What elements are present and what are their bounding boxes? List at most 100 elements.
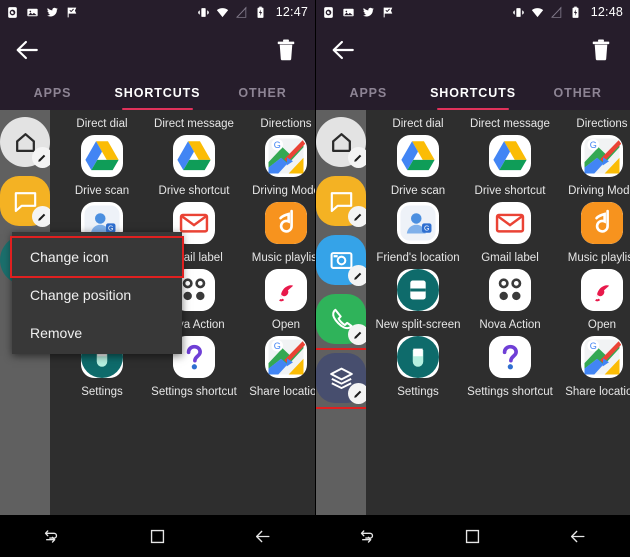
grid-item[interactable]: Drive shortcut xyxy=(464,131,556,198)
svg-text:G: G xyxy=(274,341,281,351)
menu-item-change-icon[interactable]: Change icon xyxy=(10,236,184,278)
tab-shortcuts[interactable]: SHORTCUTS xyxy=(421,75,526,110)
grid-item-label: Direct dial xyxy=(392,118,444,130)
grid-item-label: Drive scan xyxy=(74,185,130,197)
wifi-icon xyxy=(531,6,544,19)
back-arrow-icon[interactable] xyxy=(568,527,587,546)
open-pointer-icon xyxy=(265,269,307,311)
grid-item[interactable]: Open xyxy=(240,265,315,332)
home-square-icon[interactable] xyxy=(148,527,167,546)
google-drive-icon xyxy=(489,135,531,177)
status-system-icons: 12:47 xyxy=(197,5,308,19)
svg-text:G: G xyxy=(590,341,597,351)
grid-item-label: Settings xyxy=(81,386,123,398)
grid-item[interactable]: Open xyxy=(556,265,630,332)
phone-screen-left: 12:47 APPS SHORTCUTS OTHER Direct dial Direct… xyxy=(0,0,315,557)
dock-item-home-shortcut[interactable] xyxy=(0,117,53,168)
app-bar xyxy=(0,24,315,75)
context-menu: Change icon Change position Remove xyxy=(10,232,184,354)
grid-item-label: New split-screen xyxy=(375,319,461,331)
tab-apps[interactable]: APPS xyxy=(316,75,421,110)
status-system-icons: 12:48 xyxy=(512,5,623,19)
grid-item[interactable]: G Share location xyxy=(556,332,630,399)
grid-item-label: Direct message xyxy=(470,118,550,130)
grid-item[interactable]: Music playlist xyxy=(556,198,630,265)
grid-item[interactable]: Direct dial xyxy=(372,110,464,131)
menu-item-change-position[interactable]: Change position xyxy=(12,276,182,314)
grid-item[interactable]: Nova Action xyxy=(464,265,556,332)
signal-off-icon xyxy=(550,5,563,19)
recents-icon[interactable] xyxy=(359,527,378,546)
grid-item-label: Directions xyxy=(260,118,312,130)
tab-apps[interactable]: APPS xyxy=(0,75,105,110)
svg-text:G: G xyxy=(590,140,597,150)
shortcut-grid: Direct dial Direct message Directions Drive… xyxy=(366,110,630,515)
dock-item-camera-shortcut[interactable] xyxy=(316,235,369,286)
grid-item[interactable]: Music playlist xyxy=(240,198,315,265)
trash-icon[interactable] xyxy=(273,37,299,63)
grid-item[interactable]: G Driving Mode xyxy=(556,131,630,198)
content-body: Direct dial Direct message Directions Drive… xyxy=(0,110,315,515)
grid-item-label: Open xyxy=(271,319,301,331)
dock-item-messages-shortcut[interactable] xyxy=(0,176,53,227)
grid-item-label: Drive scan xyxy=(390,185,446,197)
vibrate-icon xyxy=(197,6,210,19)
grid-item-label: Open xyxy=(587,319,617,331)
sms-app-icon xyxy=(322,6,335,19)
grid-item-label: Nova Action xyxy=(479,319,541,331)
settings-app-icon xyxy=(397,336,439,378)
google-drive-icon xyxy=(81,135,123,177)
dock-item-home-shortcut[interactable] xyxy=(316,117,369,168)
grid-item[interactable]: Directions xyxy=(556,110,630,131)
grid-item[interactable]: G Friend's location xyxy=(372,198,464,265)
tab-bar: APPS SHORTCUTS OTHER xyxy=(316,75,630,110)
grid-item-label: Directions xyxy=(576,118,628,130)
tab-other[interactable]: OTHER xyxy=(210,75,315,110)
tab-bar: APPS SHORTCUTS OTHER xyxy=(0,75,315,110)
back-arrow-icon[interactable] xyxy=(14,37,40,63)
grid-item[interactable]: Drive shortcut xyxy=(148,131,240,198)
checkmark-flag-icon xyxy=(66,6,79,19)
dock-item-phone-shortcut[interactable] xyxy=(316,294,369,345)
grid-item[interactable]: New split-screen xyxy=(372,265,464,332)
grid-item-label: Share location xyxy=(565,386,630,398)
grid-item[interactable]: Direct message xyxy=(464,110,556,131)
grid-item[interactable]: G Driving Mode xyxy=(240,131,315,198)
recents-icon[interactable] xyxy=(43,527,62,546)
back-arrow-icon[interactable] xyxy=(330,37,356,63)
tab-shortcuts[interactable]: SHORTCUTS xyxy=(105,75,210,110)
music-note-icon xyxy=(581,202,623,244)
shortcut-dock xyxy=(316,110,377,515)
grid-item[interactable]: Direct message xyxy=(148,110,240,131)
grid-item-label: Drive shortcut xyxy=(158,185,230,197)
menu-item-remove[interactable]: Remove xyxy=(12,314,182,352)
grid-item[interactable]: Drive scan xyxy=(56,131,148,198)
trash-icon[interactable] xyxy=(588,37,614,63)
battery-charging-icon xyxy=(254,6,267,19)
sms-app-icon xyxy=(6,6,19,19)
grid-item[interactable]: Settings xyxy=(372,332,464,399)
grid-item[interactable]: Direct dial xyxy=(56,110,148,131)
question-mark-icon xyxy=(489,336,531,378)
battery-charging-icon xyxy=(569,6,582,19)
status-clock: 12:48 xyxy=(590,5,623,19)
tab-other[interactable]: OTHER xyxy=(525,75,630,110)
grid-item[interactable]: Drive scan xyxy=(372,131,464,198)
grid-item[interactable]: G Share location xyxy=(240,332,315,399)
grid-item-label: Music playlist xyxy=(567,252,630,264)
grid-item-label: Drive shortcut xyxy=(474,185,546,197)
system-navigation-bar xyxy=(0,515,315,557)
grid-item-label: Driving Mode xyxy=(568,185,630,197)
grid-item-label: Share location xyxy=(249,386,315,398)
dock-item-messages-shortcut[interactable] xyxy=(316,176,369,227)
google-drive-icon xyxy=(397,135,439,177)
grid-item[interactable]: Settings shortcut xyxy=(464,332,556,399)
grid-item-label: Direct dial xyxy=(76,118,128,130)
gallery-icon xyxy=(26,6,39,19)
grid-item[interactable]: Directions xyxy=(240,110,315,131)
google-maps-icon: G xyxy=(581,336,623,378)
grid-item[interactable]: Gmail label xyxy=(464,198,556,265)
back-arrow-icon[interactable] xyxy=(253,527,272,546)
home-square-icon[interactable] xyxy=(463,527,482,546)
dock-item-layers-shortcut[interactable] xyxy=(316,348,377,409)
